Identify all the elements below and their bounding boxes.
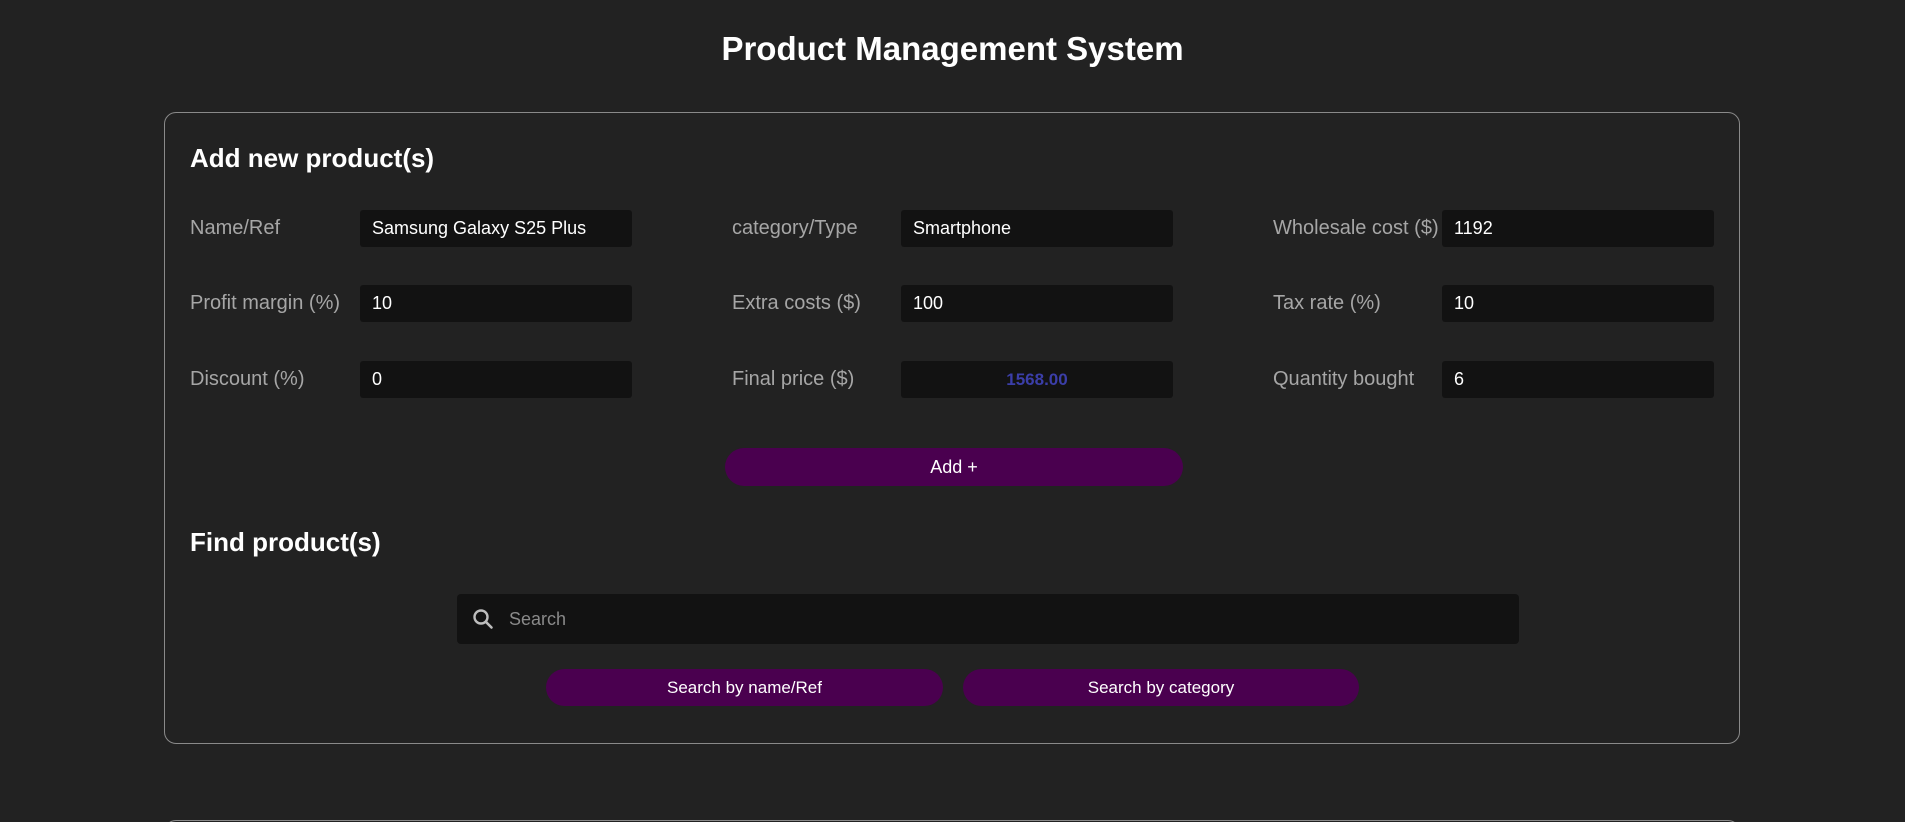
search-icon: [471, 607, 495, 631]
wholesale-cost-label: Wholesale cost ($): [1273, 217, 1439, 239]
discount-input[interactable]: [360, 361, 632, 398]
search-input[interactable]: [509, 594, 1499, 644]
wholesale-cost-input[interactable]: [1442, 210, 1714, 247]
search-box: [457, 594, 1519, 644]
quantity-bought-label: Quantity bought: [1273, 368, 1415, 390]
tax-rate-input[interactable]: [1442, 285, 1714, 322]
discount-label: Discount (%): [190, 368, 305, 390]
find-products-heading: Find product(s): [190, 527, 381, 557]
search-by-name-button[interactable]: Search by name/Ref: [546, 669, 943, 706]
product-panel: Add new product(s) Name/Ref category/Typ…: [164, 112, 1740, 744]
extra-costs-input[interactable]: [901, 285, 1173, 322]
name-ref-label: Name/Ref: [190, 217, 281, 239]
add-products-heading: Add new product(s): [190, 143, 435, 173]
category-type-label: category/Type: [732, 217, 858, 239]
search-by-category-button[interactable]: Search by category: [963, 669, 1359, 706]
page-title: Product Management System: [721, 30, 1184, 67]
final-price-label: Final price ($): [732, 368, 855, 390]
category-type-input[interactable]: [901, 210, 1173, 247]
extra-costs-label: Extra costs ($): [732, 292, 861, 314]
add-product-button[interactable]: Add +: [725, 448, 1183, 486]
profit-margin-input[interactable]: [360, 285, 632, 322]
final-price-output: 1568.00: [901, 361, 1173, 398]
quantity-bought-input[interactable]: [1442, 361, 1714, 398]
page: Product Management System Add new produc…: [0, 0, 1905, 822]
tax-rate-label: Tax rate (%): [1273, 292, 1381, 314]
profit-margin-label: Profit margin (%): [190, 292, 341, 314]
name-ref-input[interactable]: [360, 210, 632, 247]
